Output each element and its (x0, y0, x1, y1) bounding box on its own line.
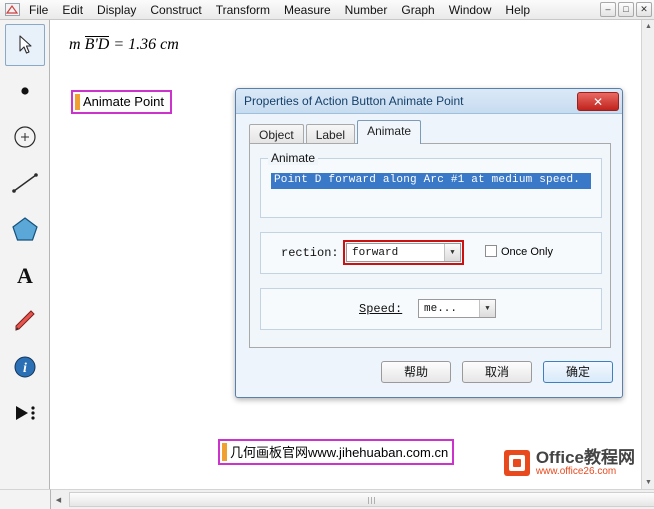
scroll-left-arrow[interactable]: ◀ (52, 493, 65, 506)
tab-animate[interactable]: Animate (357, 120, 422, 144)
play-triangle-icon (15, 406, 35, 420)
chevron-down-icon[interactable]: ▼ (479, 300, 495, 317)
letter-a-icon: A (17, 263, 33, 287)
polygon-tool[interactable] (5, 208, 45, 250)
watermark-text-box[interactable]: 几何画板官网www.jihehuaban.com.cn (218, 439, 455, 465)
scroll-down-arrow[interactable]: ▼ (642, 476, 654, 489)
information-tool[interactable]: i (5, 346, 45, 388)
geometry-sketchpad-icon (4, 3, 20, 17)
office26-logo: Office教程网 www.office26.com (503, 447, 635, 477)
menu-edit[interactable]: Edit (55, 1, 90, 19)
menu-construct[interactable]: Construct (143, 1, 208, 19)
speed-value: me... (424, 302, 458, 315)
animate-description-text: Point D forward along Arc #1 at medium s… (271, 173, 591, 189)
menu-bar: File Edit Display Construct Transform Me… (0, 0, 654, 20)
direction-label: rection: (281, 246, 339, 260)
menu-file[interactable]: File (22, 1, 55, 19)
scroll-up-arrow[interactable]: ▲ (642, 20, 654, 33)
speed-label: Speed: (359, 302, 403, 316)
once-only-checkbox[interactable] (485, 245, 497, 257)
close-button[interactable]: ✕ (636, 2, 652, 17)
scrollbar-corner (0, 489, 51, 509)
arrow-cursor-icon (18, 35, 32, 54)
arrow-select-tool[interactable] (4, 24, 45, 66)
horizontal-scrollbar[interactable]: ◀ (51, 489, 654, 509)
window-controls: – □ ✕ (600, 2, 652, 17)
maximize-button[interactable]: □ (618, 2, 634, 17)
menu-transform[interactable]: Transform (209, 1, 277, 19)
once-only-label: Once Only (501, 246, 553, 258)
text-tool[interactable]: A (5, 254, 45, 296)
animate-tab-panel: Point D forward along Arc #1 at medium s… (249, 143, 611, 348)
direction-combo[interactable]: forward ▼ (343, 240, 464, 265)
circle-icon (13, 126, 36, 148)
vertical-scrollbar[interactable]: ▲ ▼ (641, 20, 654, 489)
marker-pen-tool[interactable] (5, 300, 45, 342)
direction-group: rection: forward ▼ Once Only (260, 232, 602, 274)
dialog-title-text: Properties of Action Button Animate Poin… (244, 94, 464, 108)
sketch-canvas[interactable]: m B'D = 1.36 cm Animate Point 几何画板官网www.… (51, 20, 641, 489)
dialog-tabs: Object Label Animate (249, 120, 423, 146)
speed-combo[interactable]: me... ▼ (418, 299, 496, 318)
custom-tool[interactable] (5, 392, 45, 434)
dialog-close-button[interactable]: ✕ (577, 92, 619, 111)
properties-dialog: Properties of Action Button Animate Poin… (235, 88, 623, 398)
minimize-button[interactable]: – (600, 2, 616, 17)
animate-description-group: Point D forward along Arc #1 at medium s… (260, 158, 602, 218)
point-tool[interactable] (5, 70, 45, 112)
menu-measure[interactable]: Measure (277, 1, 338, 19)
cancel-button[interactable]: 取消 (462, 361, 532, 383)
menu-help[interactable]: Help (498, 1, 537, 19)
speed-group: Speed: me... ▼ (260, 288, 602, 330)
office-logo-icon (503, 449, 530, 476)
logo-title: Office教程网 (535, 447, 635, 467)
animate-point-action-button[interactable]: Animate Point (71, 90, 172, 114)
menu-number[interactable]: Number (338, 1, 395, 19)
compass-circle-tool[interactable] (5, 116, 45, 158)
measurement-segment: B'D (84, 36, 110, 53)
ok-button[interactable]: 确定 (543, 361, 613, 383)
once-only-checkbox-row[interactable]: Once Only (485, 245, 553, 258)
direction-value: forward (352, 246, 399, 259)
measurement-label: m B'D = 1.36 cm (69, 36, 179, 54)
measurement-value: 1.36 cm (128, 36, 179, 53)
info-icon: i (14, 356, 35, 378)
pencil-icon (15, 310, 35, 331)
help-button[interactable]: 帮助 (381, 361, 451, 383)
dialog-title-bar[interactable]: Properties of Action Button Animate Poin… (236, 89, 622, 114)
tool-palette: A i (0, 20, 50, 489)
svg-text:i: i (23, 361, 27, 376)
menu-graph[interactable]: Graph (394, 1, 441, 19)
measurement-equals: = (113, 36, 125, 53)
line-segment-icon (11, 173, 38, 193)
point-icon (20, 87, 29, 95)
pentagon-icon (11, 217, 38, 241)
horizontal-scroll-thumb[interactable] (69, 492, 654, 507)
menu-window[interactable]: Window (442, 1, 499, 19)
measurement-prefix: m (69, 36, 81, 53)
menu-display[interactable]: Display (90, 1, 143, 19)
logo-subtitle: www.office26.com (535, 465, 617, 477)
svg-text:A: A (17, 263, 33, 287)
animate-group-label: Animate (268, 151, 319, 165)
chevron-down-icon[interactable]: ▼ (444, 244, 460, 261)
straightedge-tool[interactable] (5, 162, 45, 204)
